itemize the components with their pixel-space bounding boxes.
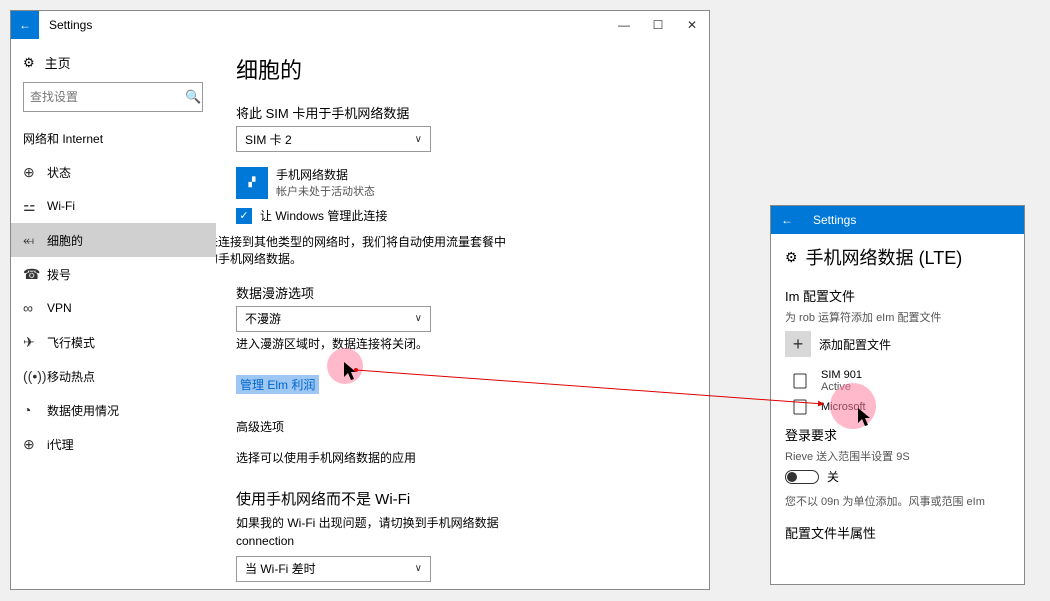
cellular-settings-window: ← Settings ⚙手机网络数据 (LTE) Im 配置文件 为 rob 运… — [770, 205, 1025, 585]
gear-icon: ⚙ — [23, 55, 35, 71]
instead-heading: 使用手机网络而不是 Wi-Fi — [236, 488, 689, 509]
note-text: 您不以 09n 为单位添加。风事或范围 eIm — [785, 493, 1010, 509]
proxy-icon: ⊕ — [23, 436, 47, 453]
sidebar-category: 网络和 Internet — [23, 130, 204, 147]
home-link[interactable]: ⚙ 主页 — [23, 53, 204, 72]
manage-connection-checkbox[interactable]: ✓ 让 Windows 管理此连接 — [236, 207, 689, 224]
airplane-icon: ✈ — [23, 334, 47, 351]
cellular-icon: ⬶ — [23, 232, 47, 249]
instead-description: 如果我的 Wi-Fi 出现问题，请切换到手机网络数据 connection — [236, 515, 556, 550]
tile-subtitle: 帐户未处于活动状态 — [276, 183, 375, 199]
instead-select[interactable]: 当 Wi-Fi 差时 ∨ — [236, 556, 431, 582]
sidebar-item-wifi[interactable]: ⚍Wi-Fi — [23, 189, 204, 223]
maximize-button[interactable]: ☐ — [641, 11, 675, 39]
signin-toggle[interactable]: 关 — [785, 468, 1010, 485]
sidebar: ⚙ 主页 🔍 网络和 Internet ⊕状态 ⚍Wi-Fi ⬶细胞的 ☎拨号 … — [11, 39, 216, 589]
hotspot-icon: ((•)) — [23, 368, 47, 384]
datausage-icon: ◔ — [23, 402, 47, 418]
chevron-down-icon: ∨ — [415, 313, 422, 324]
plus-icon: + — [785, 331, 811, 357]
signin-req-heading: 登录要求 — [785, 425, 1010, 444]
cellular-tile[interactable]: ▞ 手机网络数据 帐户未处于活动状态 — [236, 166, 689, 199]
profiles-heading: Im 配置文件 — [785, 286, 1010, 305]
sidebar-item-proxy[interactable]: ⊕i代理 — [23, 427, 204, 461]
window-title: Settings — [803, 213, 856, 227]
add-profile-button[interactable]: + 添加配置文件 — [785, 331, 1010, 357]
chevron-down-icon: ∨ — [415, 563, 422, 574]
sim-icon — [793, 399, 815, 415]
sidebar-item-datausage[interactable]: ◔数据使用情况 — [23, 393, 204, 427]
sim-icon — [793, 373, 815, 389]
window-title: Settings — [39, 18, 92, 32]
sidebar-item-status[interactable]: ⊕状态 — [23, 155, 204, 189]
sidebar-item-vpn[interactable]: ∞VPN — [23, 291, 204, 325]
home-label: 主页 — [45, 53, 71, 72]
sim-use-label: 将此 SIM 卡用于手机网络数据 — [236, 103, 689, 122]
roaming-description: 进入漫游区域时，数据连接将关闭。 — [236, 336, 456, 353]
choose-apps-link[interactable]: 选择可以使用手机网络数据的应用 — [236, 449, 416, 466]
check-icon: ✓ — [236, 208, 252, 224]
advanced-options-link[interactable]: 高级选项 — [236, 418, 284, 435]
search-input[interactable] — [30, 90, 185, 104]
manage-elm-link[interactable]: 管理 Elm 利润 — [236, 375, 319, 394]
back-button[interactable]: ← — [11, 11, 39, 39]
sidebar-item-dialup[interactable]: ☎拨号 — [23, 257, 204, 291]
wifi-icon: ⚍ — [23, 198, 47, 215]
back-button[interactable]: ← — [771, 206, 803, 234]
vpn-icon: ∞ — [23, 300, 47, 316]
signal-icon: ▞ — [236, 167, 268, 199]
tile-title: 手机网络数据 — [276, 166, 375, 183]
profile-attr-heading: 配置文件半属性 — [785, 523, 1010, 542]
roaming-heading: 数据漫游选项 — [236, 283, 689, 302]
sidebar-item-cellular[interactable]: ⬶细胞的 — [11, 223, 216, 257]
status-icon: ⊕ — [23, 164, 47, 181]
sidebar-item-airplane[interactable]: ✈飞行模式 — [23, 325, 204, 359]
signin-req-sub: Rieve 送入范围半设置 9S — [785, 448, 1010, 464]
toggle-icon — [785, 470, 819, 484]
sim-select[interactable]: SIM 卡 2 ∨ — [236, 126, 431, 152]
profiles-subtitle: 为 rob 运算符添加 eIm 配置文件 — [785, 309, 1010, 325]
roaming-select[interactable]: 不漫游 ∨ — [236, 306, 431, 332]
search-box[interactable]: 🔍 — [23, 82, 203, 112]
dialup-icon: ☎ — [23, 266, 47, 283]
auto-use-description: 未连接到其他类型的网络时，我们将自动使用流量套餐中的手机网络数据。 — [216, 234, 506, 269]
page-title: ⚙手机网络数据 (LTE) — [785, 244, 1010, 270]
profile-item-microsoft[interactable]: Microsoft — [793, 399, 1010, 415]
page-title: 细胞的 — [236, 53, 689, 85]
search-icon: 🔍 — [185, 89, 201, 105]
titlebar: ← Settings — ☐ ✕ — [11, 11, 709, 39]
settings-window: ← Settings — ☐ ✕ ⚙ 主页 🔍 网络和 Internet ⊕状态… — [10, 10, 710, 590]
profile-item-sim901[interactable]: SIM 901 Active — [793, 369, 1010, 393]
content-pane: 细胞的 将此 SIM 卡用于手机网络数据 SIM 卡 2 ∨ ▞ 手机网络数据 … — [216, 39, 709, 589]
close-button[interactable]: ✕ — [675, 11, 709, 39]
minimize-button[interactable]: — — [607, 11, 641, 39]
chevron-down-icon: ∨ — [415, 134, 422, 145]
sidebar-item-hotspot[interactable]: ((•))移动热点 — [23, 359, 204, 393]
gear-icon: ⚙ — [785, 249, 798, 266]
